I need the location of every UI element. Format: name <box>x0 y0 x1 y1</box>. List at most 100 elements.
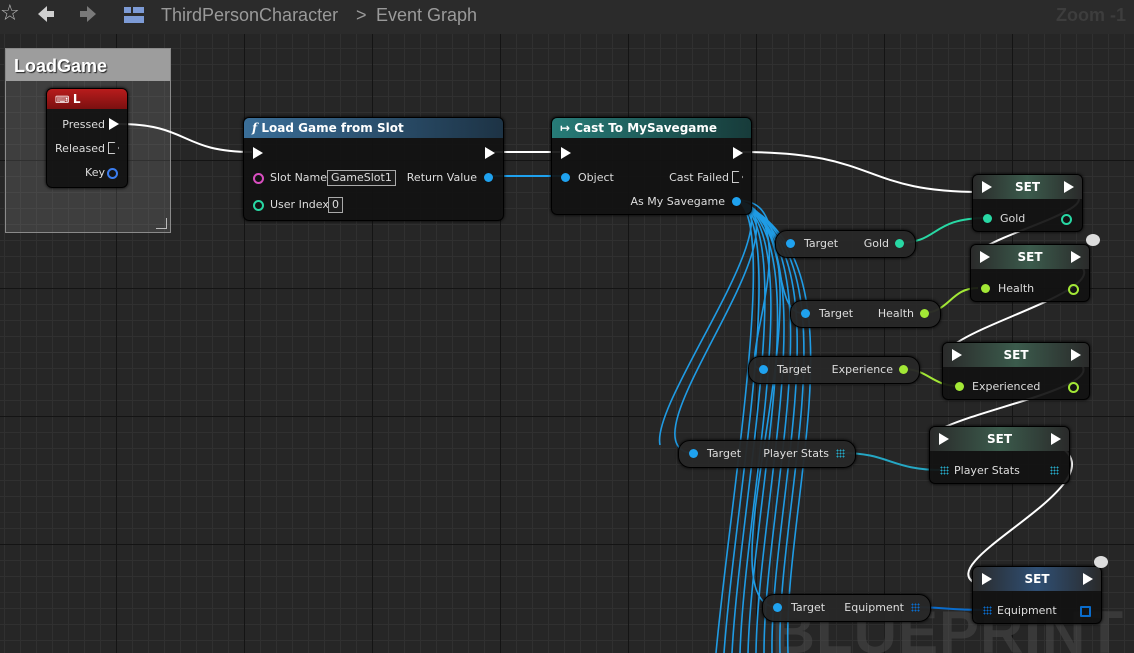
set-header: SET <box>973 567 1101 591</box>
set-player-stats-label: Player Stats <box>954 464 1020 477</box>
player-stats-in-pin[interactable] <box>940 466 949 475</box>
target-label: Target <box>819 307 854 320</box>
key-label: Key <box>85 166 105 179</box>
set-health-node[interactable]: SET Health <box>970 244 1090 302</box>
get-equipment-node[interactable]: Target Equipment <box>762 594 931 622</box>
cast-failed-pin[interactable] <box>732 171 743 183</box>
cast-header: ↦ Cast To MySavegame <box>552 118 751 138</box>
breadcrumb-separator: > <box>356 5 367 25</box>
get-gold-node[interactable]: Target Gold <box>775 230 916 258</box>
set-health-label: Health <box>998 282 1035 295</box>
set-exec-in-pin[interactable] <box>939 433 949 445</box>
star-icon[interactable]: ☆ <box>0 2 20 26</box>
exec-in-pin[interactable] <box>253 147 263 159</box>
target-label: Target <box>707 447 742 460</box>
comment-title[interactable]: LoadGame <box>6 49 170 81</box>
return-value-pin[interactable] <box>484 173 493 182</box>
cast-failed-label: Cast Failed <box>669 171 729 184</box>
breadcrumb-graph[interactable]: Event Graph <box>376 5 477 26</box>
equipment-out-pin[interactable] <box>1080 606 1091 617</box>
experienced-in-pin[interactable] <box>955 382 964 391</box>
target-label: Target <box>791 601 826 614</box>
comment-bubble-icon[interactable] <box>1094 556 1108 568</box>
health-label: Health <box>877 307 914 320</box>
return-value-label: Return Value <box>406 171 477 184</box>
gold-out-pin[interactable] <box>1061 214 1072 225</box>
released-exec-pin[interactable] <box>108 142 119 154</box>
cast-title: Cast To MySavegame <box>574 121 718 135</box>
set-player-stats-node[interactable]: SET Player Stats <box>929 426 1070 484</box>
object-pin[interactable] <box>561 173 570 182</box>
zoom-level: Zoom -1 <box>1056 5 1126 25</box>
graph-toolbar: ☆ ThirdPersonCharacter > Event Graph Zoo… <box>0 0 1134 34</box>
key-event-title: L <box>72 92 81 106</box>
target-pin[interactable] <box>759 365 768 374</box>
comment-bubble-icon[interactable] <box>1086 234 1100 246</box>
set-exec-out-pin[interactable] <box>1051 433 1061 445</box>
arrow-right-icon[interactable] <box>78 4 98 31</box>
target-pin[interactable] <box>801 309 810 318</box>
set-experienced-node[interactable]: SET Experienced <box>942 342 1090 400</box>
gold-label: Gold <box>863 237 889 250</box>
breadcrumb-blueprint[interactable]: ThirdPersonCharacter <box>161 5 338 26</box>
set-exec-in-pin[interactable] <box>952 349 962 361</box>
get-health-node[interactable]: Target Health <box>790 300 941 328</box>
as-mysavegame-pin[interactable] <box>732 197 741 206</box>
target-pin[interactable] <box>689 449 698 458</box>
exec-out-pin[interactable] <box>485 147 495 159</box>
player-stats-out-pin[interactable] <box>1050 466 1059 475</box>
object-label: Object <box>578 171 614 184</box>
released-label: Released <box>55 142 105 155</box>
equipment-out-pin[interactable] <box>911 603 920 612</box>
target-pin[interactable] <box>786 239 795 248</box>
user-index-pin[interactable] <box>253 200 264 211</box>
user-index-label: User Index <box>270 198 329 211</box>
user-index-field[interactable]: 0 <box>328 197 343 213</box>
resize-handle[interactable] <box>156 218 167 229</box>
cast-exec-in-pin[interactable] <box>561 147 571 159</box>
set-exec-in-pin[interactable] <box>982 573 992 585</box>
slot-name-label: Slot Name <box>270 171 328 184</box>
set-exec-out-pin[interactable] <box>1064 181 1074 193</box>
set-exec-out-pin[interactable] <box>1071 349 1081 361</box>
gold-out-pin[interactable] <box>895 239 904 248</box>
key-event-node[interactable]: ⌨ L Pressed Released Key <box>46 88 128 188</box>
set-exec-out-pin[interactable] <box>1083 573 1093 585</box>
player-stats-out-pin[interactable] <box>836 449 845 458</box>
set-equipment-node[interactable]: SET Equipment <box>972 566 1102 624</box>
pressed-exec-pin[interactable] <box>109 118 119 130</box>
get-player-stats-node[interactable]: Target Player Stats <box>678 440 856 468</box>
slot-name-pin[interactable] <box>253 173 264 184</box>
set-gold-label: Gold <box>1000 212 1026 225</box>
graph-icon <box>122 4 146 33</box>
health-out-pin[interactable] <box>920 309 929 318</box>
arrow-left-icon[interactable] <box>36 4 56 31</box>
set-experienced-label: Experienced <box>972 380 1041 393</box>
key-event-header: ⌨ L <box>47 89 127 109</box>
load-game-from-slot-node[interactable]: f Load Game from Slot Slot Name GameSlot… <box>243 117 504 221</box>
keyboard-icon: ⌨ <box>55 95 73 106</box>
key-pin[interactable] <box>107 168 118 179</box>
cast-exec-out-pin[interactable] <box>733 147 743 159</box>
experience-out-pin[interactable] <box>899 365 908 374</box>
target-pin[interactable] <box>773 603 782 612</box>
set-header: SET <box>943 343 1089 367</box>
load-game-header: f Load Game from Slot <box>244 118 503 138</box>
cast-icon: ↦ <box>560 121 571 135</box>
set-exec-in-pin[interactable] <box>980 251 990 263</box>
player-stats-label: Player Stats <box>763 447 829 460</box>
equipment-in-pin[interactable] <box>983 606 992 615</box>
health-in-pin[interactable] <box>981 284 990 293</box>
set-exec-out-pin[interactable] <box>1071 251 1081 263</box>
slot-name-field[interactable]: GameSlot1 <box>327 170 396 186</box>
cast-to-mysavegame-node[interactable]: ↦ Cast To MySavegame Object Cast Failed … <box>551 117 752 215</box>
set-header: SET <box>930 427 1069 451</box>
get-experience-node[interactable]: Target Experience <box>748 356 920 384</box>
experienced-out-pin[interactable] <box>1068 382 1079 393</box>
gold-in-pin[interactable] <box>983 214 992 223</box>
set-exec-in-pin[interactable] <box>982 181 992 193</box>
target-label: Target <box>777 363 812 376</box>
set-gold-node[interactable]: SET Gold <box>972 174 1083 232</box>
health-out-pin[interactable] <box>1068 284 1079 295</box>
equipment-label: Equipment <box>844 601 904 614</box>
